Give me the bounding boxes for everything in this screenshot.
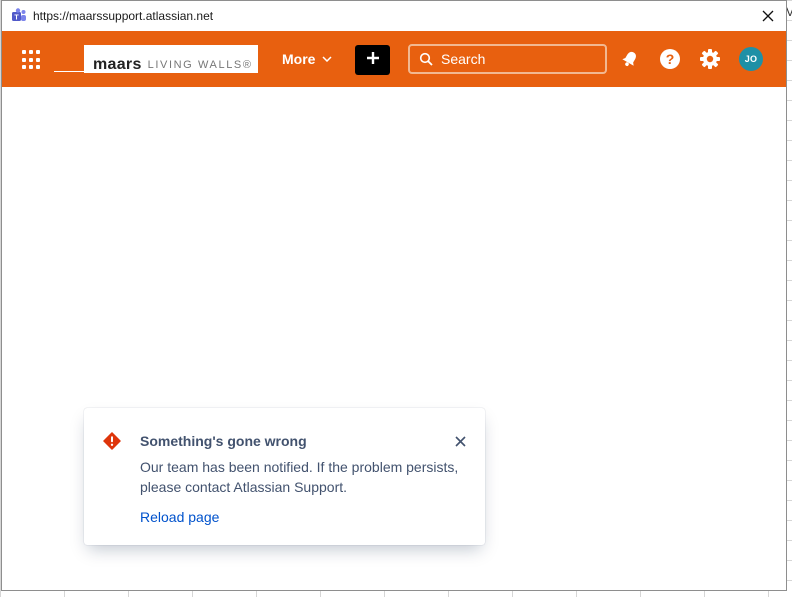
app-switcher-grid-icon[interactable] bbox=[22, 50, 42, 70]
chevron-down-icon bbox=[322, 56, 332, 62]
error-flag: Something's gone wrong Our team has been… bbox=[84, 408, 485, 545]
settings-icon[interactable] bbox=[698, 47, 722, 71]
logo-underline bbox=[54, 71, 84, 72]
logo-sub-text: LIVING WALLS® bbox=[147, 59, 253, 71]
error-icon bbox=[103, 432, 121, 450]
close-icon[interactable] bbox=[451, 432, 469, 450]
teams-icon: T bbox=[11, 8, 27, 24]
create-button[interactable] bbox=[355, 45, 390, 75]
flag-title: Something's gone wrong bbox=[140, 433, 307, 449]
search-icon bbox=[419, 52, 433, 66]
window-url: https://maarssupport.atlassian.net bbox=[33, 9, 214, 23]
more-menu-button[interactable]: More bbox=[282, 51, 332, 67]
user-avatar[interactable]: JO bbox=[739, 47, 763, 71]
reload-page-link[interactable]: Reload page bbox=[140, 509, 219, 525]
svg-text:T: T bbox=[14, 15, 19, 22]
logo-main-text: maars bbox=[93, 56, 142, 73]
search-box[interactable] bbox=[408, 44, 607, 74]
plus-icon bbox=[366, 51, 380, 70]
window-titlebar: T https://maarssupport.atlassian.net bbox=[2, 1, 786, 31]
help-icon[interactable]: ? bbox=[658, 47, 682, 71]
top-navigation-bar: maars LIVING WALLS® More Search ? JO bbox=[2, 31, 786, 87]
popup-window: T https://maarssupport.atlassian.net maa… bbox=[1, 0, 787, 591]
flag-message: Our team has been notified. If the probl… bbox=[140, 459, 459, 495]
notifications-icon[interactable] bbox=[618, 47, 642, 71]
search-input[interactable] bbox=[441, 51, 581, 67]
svg-text:?: ? bbox=[666, 51, 675, 67]
site-logo[interactable]: maars LIVING WALLS® bbox=[84, 45, 258, 73]
close-icon[interactable] bbox=[758, 6, 778, 26]
more-label: More bbox=[282, 51, 316, 67]
